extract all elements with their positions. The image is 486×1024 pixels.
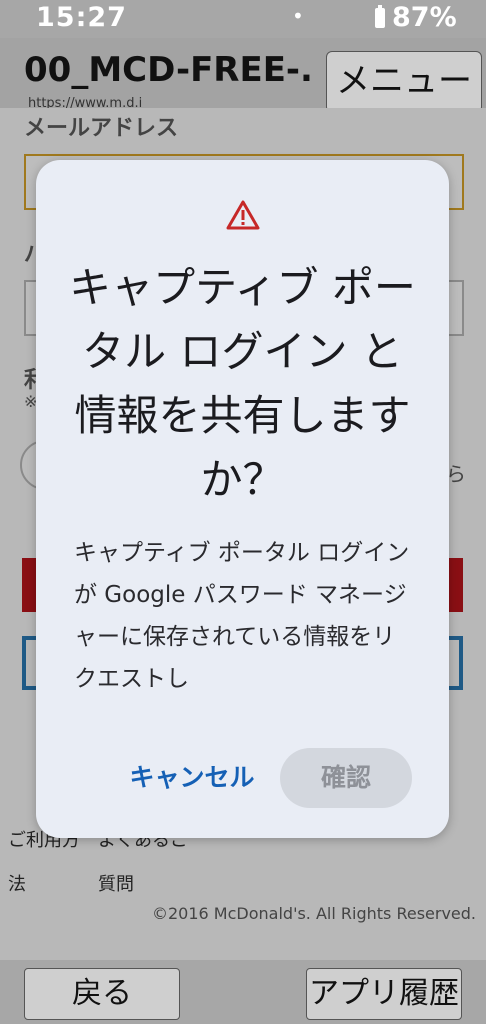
cancel-button[interactable]: キャンセル xyxy=(122,750,262,806)
battery-level: 87% xyxy=(392,2,457,33)
page-title: 00_MCD-FREE-... xyxy=(24,50,314,90)
status-time: 15:27 xyxy=(36,2,127,33)
app-history-button[interactable]: アプリ履歴 xyxy=(306,968,462,1020)
menu-button[interactable]: メニュー xyxy=(326,51,482,113)
share-info-dialog: キャプティブ ポータル ログイン と情報を共有しますか？ キャプティブ ポータル… xyxy=(36,160,449,838)
footer-link-usage-line2: 法 xyxy=(8,874,26,895)
email-label: メールアドレス xyxy=(24,116,179,141)
footer-link-faq-line2: 質問 xyxy=(98,874,134,895)
battery-icon xyxy=(375,5,385,28)
app-header: 00_MCD-FREE-... https://www.m.d.i メニュー xyxy=(0,38,486,113)
dialog-title: キャプティブ ポータル ログイン と情報を共有しますか？ xyxy=(69,263,416,504)
back-button[interactable]: 戻る xyxy=(24,968,180,1020)
confirm-button[interactable]: 確認 xyxy=(280,748,412,808)
status-bar: 15:27 • 87% xyxy=(0,0,486,38)
dialog-message: キャプティブ ポータル ログイン が Google パスワード マネージャーに保… xyxy=(74,540,410,692)
warning-icon xyxy=(226,200,260,230)
agree-text: ら xyxy=(446,462,466,486)
notification-dot: • xyxy=(292,4,304,28)
copyright-text: ©2016 McDonald's. All Rights Reserved. xyxy=(152,904,476,923)
